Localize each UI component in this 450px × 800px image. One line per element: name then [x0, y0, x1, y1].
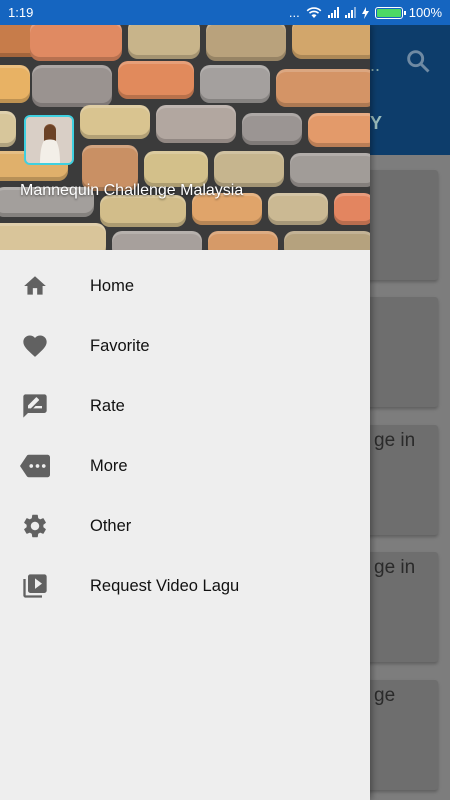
- menu-item-other[interactable]: Other: [0, 496, 370, 556]
- background-tab: Y: [369, 113, 382, 133]
- drawer-header-title: Mannequin Challenge Malaysia: [20, 182, 244, 199]
- drawer-header: Mannequin Challenge Malaysia: [0, 25, 370, 250]
- menu-item-home[interactable]: Home: [0, 256, 370, 316]
- signal-icon-2: [344, 7, 356, 18]
- menu-item-request-video[interactable]: Request Video Lagu: [0, 556, 370, 616]
- drawer-menu: Home Favorite Rate More Other Request Vi…: [0, 256, 370, 616]
- menu-item-label: Favorite: [90, 336, 150, 355]
- status-time: 1:19: [8, 5, 34, 20]
- menu-item-more[interactable]: More: [0, 436, 370, 496]
- navigation-drawer: Mannequin Challenge Malaysia Home Favori…: [0, 25, 370, 800]
- more-tag-icon: [20, 451, 50, 481]
- search-icon[interactable]: [404, 47, 432, 75]
- menu-item-favorite[interactable]: Favorite: [0, 316, 370, 376]
- wifi-icon: [306, 6, 322, 18]
- status-bar: 1:19 ... 100%: [0, 0, 450, 25]
- rate-review-icon: [20, 391, 50, 421]
- gear-icon: [20, 511, 50, 541]
- menu-item-label: Request Video Lagu: [90, 576, 240, 595]
- menu-item-label: More: [90, 456, 128, 475]
- heart-icon: [20, 331, 50, 361]
- menu-item-label: Home: [90, 276, 135, 295]
- notification-dots: ...: [288, 5, 300, 20]
- avatar[interactable]: [24, 115, 74, 165]
- profile-photo: [26, 117, 72, 163]
- menu-item-label: Rate: [90, 396, 125, 415]
- battery-icon: [374, 6, 406, 19]
- menu-item-rate[interactable]: Rate: [0, 376, 370, 436]
- charging-icon: [361, 6, 369, 19]
- battery-percent: 100%: [408, 5, 442, 20]
- menu-item-label: Other: [90, 516, 132, 535]
- status-icons: ... 100%: [289, 5, 442, 20]
- video-library-icon: [20, 571, 50, 601]
- signal-icon: [327, 7, 339, 18]
- home-icon: [20, 271, 50, 301]
